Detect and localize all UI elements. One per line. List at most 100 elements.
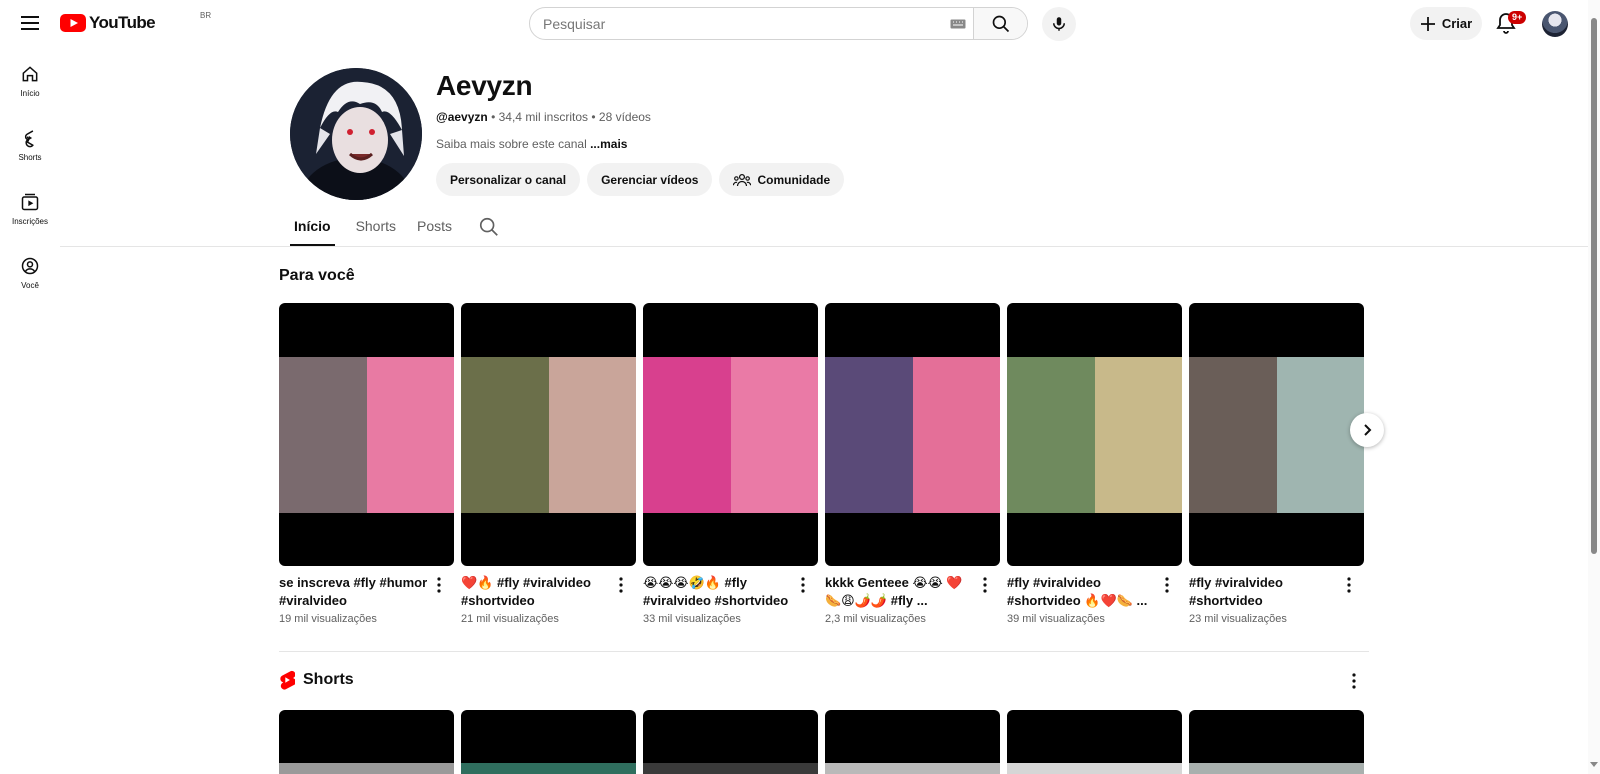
thumbnail-right-half <box>366 357 454 513</box>
video-title[interactable]: #fly #viralvideo #shortvideo <box>1189 574 1342 610</box>
video-card[interactable]: ❤️🔥 #fly #viralvideo #shortvideo 21 mil … <box>461 303 636 625</box>
manage-videos-button[interactable]: Gerenciar vídeos <box>587 163 713 196</box>
video-card[interactable]: #fly #viralvideo #shortvideo 🔥❤️🌭 ... 39… <box>1007 303 1182 625</box>
more-vert-icon[interactable] <box>1342 576 1356 594</box>
short-preview <box>461 763 636 774</box>
video-views: 33 mil visualizações <box>643 613 741 625</box>
video-views: 2,3 mil visualizações <box>825 613 926 625</box>
for-you-shelf: se inscreva #fly #humor #viralvideo 19 m… <box>279 303 1364 625</box>
more-vert-icon[interactable] <box>1160 576 1174 594</box>
video-card[interactable]: se inscreva #fly #humor #viralvideo 19 m… <box>279 303 454 625</box>
shorts-section-header: Shorts <box>279 670 354 690</box>
video-title[interactable]: 😭😭😭🤣🔥 #fly #viralvideo #shortvideo <box>643 574 796 610</box>
short-thumbnail[interactable] <box>1007 710 1182 774</box>
short-thumbnail[interactable] <box>461 710 636 774</box>
video-card[interactable]: #fly #viralvideo #shortvideo 23 mil visu… <box>1189 303 1364 625</box>
video-thumbnail[interactable] <box>825 303 1000 566</box>
short-preview <box>825 763 1000 774</box>
channel-actions: Personalizar o canal Gerenciar vídeos Co… <box>436 163 845 196</box>
video-title[interactable]: kkkk Genteee 😭😭 ❤️🌭😩🌶️🌶️ #fly ... <box>825 574 978 610</box>
thumbnail-left-half <box>1189 357 1277 513</box>
channel-avatar-image <box>290 68 422 200</box>
sidebar-item-label: Início <box>20 89 40 98</box>
short-thumbnail[interactable] <box>643 710 818 774</box>
video-card[interactable]: 😭😭😭🤣🔥 #fly #viralvideo #shortvideo 33 mi… <box>643 303 818 625</box>
section-divider <box>279 651 1369 652</box>
video-title[interactable]: #fly #viralvideo #shortvideo 🔥❤️🌭 ... <box>1007 574 1160 610</box>
short-preview <box>279 763 454 774</box>
channel-tabs: Início Shorts Posts <box>290 210 473 246</box>
scrollbar-thumb[interactable] <box>1591 18 1597 554</box>
create-button[interactable]: Criar <box>1410 7 1482 40</box>
video-thumbnail[interactable] <box>1189 303 1364 566</box>
tab-posts[interactable]: Posts <box>417 210 452 246</box>
subscriber-count: 34,4 mil inscritos <box>498 110 588 124</box>
shelf-next-button[interactable] <box>1350 413 1384 447</box>
logo-text: YouTube <box>89 13 156 32</box>
video-title[interactable]: se inscreva #fly #humor #viralvideo <box>279 574 432 610</box>
more-vert-icon[interactable] <box>432 576 446 594</box>
short-preview <box>1189 763 1364 774</box>
youtube-logo[interactable]: YouTube BR <box>60 11 211 34</box>
meta-separator: • <box>591 110 596 124</box>
video-thumbnail[interactable] <box>461 303 636 566</box>
account-avatar[interactable] <box>1542 11 1568 37</box>
sidebar-item-label: Inscrições <box>11 217 48 226</box>
video-card[interactable]: kkkk Genteee 😭😭 ❤️🌭😩🌶️🌶️ #fly ... 2,3 mi… <box>825 303 1000 625</box>
tabs-divider <box>60 246 1590 247</box>
video-thumbnail[interactable] <box>279 303 454 566</box>
thumbnail-right-half <box>730 357 818 513</box>
thumbnail-left-half <box>461 357 549 513</box>
channel-avatar[interactable] <box>290 68 422 200</box>
channel-search-icon[interactable] <box>478 216 500 238</box>
more-vert-icon[interactable] <box>1347 672 1361 690</box>
home-icon <box>22 66 38 82</box>
short-thumbnail[interactable] <box>825 710 1000 774</box>
sidebar-item-you[interactable]: Você <box>0 248 60 312</box>
video-views: 19 mil visualizações <box>279 613 377 625</box>
scroll-down-arrow-icon[interactable] <box>1590 762 1598 767</box>
page-scrollbar[interactable] <box>1588 0 1600 774</box>
thumbnail-right-half <box>1094 357 1182 513</box>
video-thumbnail[interactable] <box>643 303 818 566</box>
sidebar-item-shorts[interactable]: Shorts <box>0 120 60 184</box>
search-input[interactable] <box>530 8 943 39</box>
people-icon <box>733 173 752 186</box>
customize-channel-button[interactable]: Personalizar o canal <box>436 163 581 196</box>
community-label: Comunidade <box>757 172 831 187</box>
shorts-logo-icon <box>280 670 295 690</box>
customize-channel-label: Personalizar o canal <box>450 172 567 187</box>
community-button[interactable]: Comunidade <box>719 163 845 196</box>
mini-guide: Início Shorts Inscrições Você <box>0 56 60 312</box>
voice-search-button[interactable] <box>1042 7 1076 41</box>
sidebar-item-label: Você <box>21 281 39 290</box>
search-button[interactable] <box>973 8 1027 39</box>
description-more-link[interactable]: ...mais <box>590 137 627 151</box>
menu-icon[interactable] <box>18 11 42 35</box>
subscriptions-icon <box>21 193 39 211</box>
sidebar-item-subscriptions[interactable]: Inscrições <box>0 184 60 248</box>
channel-description[interactable]: Saiba mais sobre este canal ...mais <box>436 137 627 151</box>
logo-region: BR <box>200 11 212 20</box>
sidebar-item-home[interactable]: Início <box>0 56 60 120</box>
keyboard-icon[interactable] <box>943 8 973 39</box>
video-count: 28 vídeos <box>598 110 651 124</box>
short-thumbnail[interactable] <box>279 710 454 774</box>
shorts-section-title: Shorts <box>303 671 354 688</box>
notifications-badge: 9+ <box>1508 11 1527 24</box>
short-thumbnail[interactable] <box>1189 710 1364 774</box>
video-thumbnail[interactable] <box>1007 303 1182 566</box>
thumbnail-left-half <box>643 357 731 513</box>
video-title[interactable]: ❤️🔥 #fly #viralvideo #shortvideo <box>461 574 614 610</box>
more-vert-icon[interactable] <box>978 576 992 594</box>
more-vert-icon[interactable] <box>614 576 628 594</box>
for-you-title: Para você <box>279 267 355 284</box>
sidebar-item-label: Shorts <box>18 153 42 162</box>
tab-shorts[interactable]: Shorts <box>356 210 396 246</box>
channel-handle: @aevyzn <box>436 110 488 124</box>
more-vert-icon[interactable] <box>796 576 810 594</box>
manage-videos-label: Gerenciar vídeos <box>601 172 699 187</box>
tab-home[interactable]: Início <box>290 210 335 246</box>
youtube-logo-icon <box>60 14 86 32</box>
microphone-icon <box>1053 17 1065 31</box>
